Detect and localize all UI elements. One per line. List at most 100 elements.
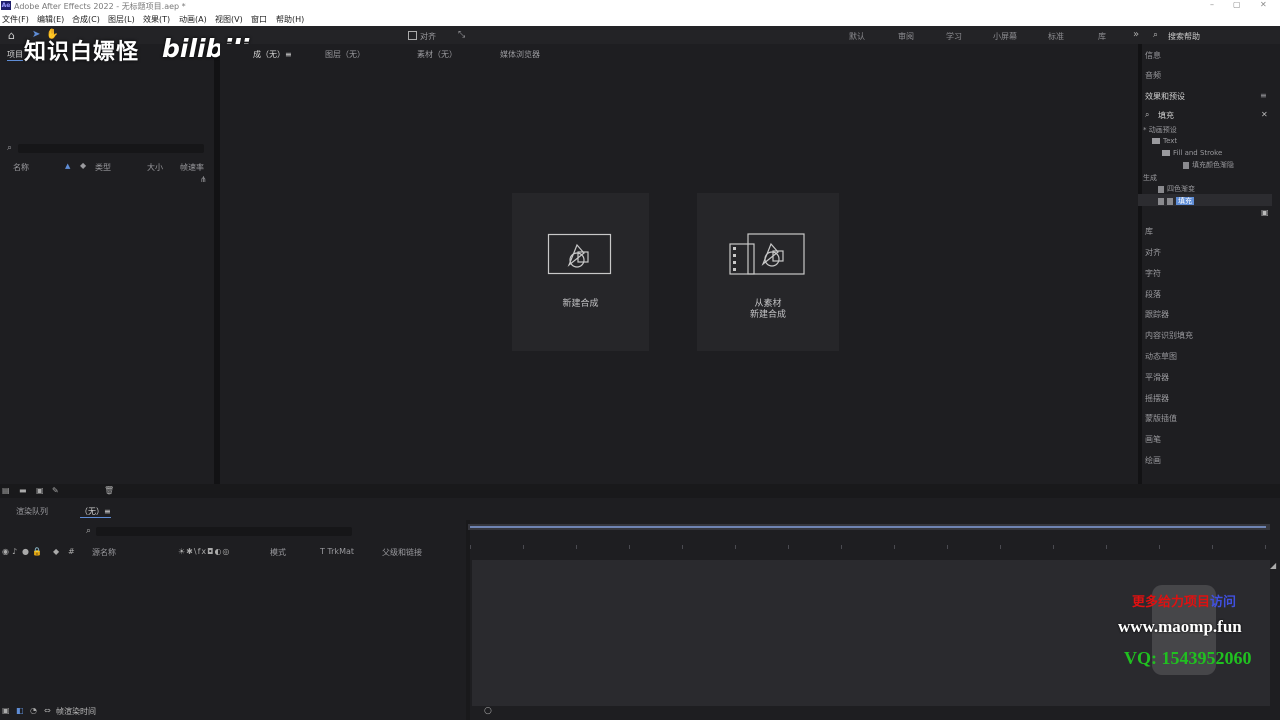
panel-effects-presets[interactable]: 效果和预设: [1145, 91, 1185, 102]
menu-edit[interactable]: 编辑(E): [37, 14, 64, 25]
tab-project[interactable]: 项目: [7, 49, 23, 61]
lock-icon[interactable]: 🔒: [32, 547, 42, 556]
tab-timeline-none[interactable]: （无）≡: [80, 506, 111, 518]
panel-library[interactable]: 库: [1145, 226, 1153, 237]
composition-icon: [547, 233, 612, 275]
new-comp-from-footage-card[interactable]: 从素材 新建合成: [697, 193, 839, 351]
tree-generate[interactable]: 生成: [1143, 173, 1157, 183]
column-frame-rate[interactable]: 帧速率: [180, 162, 204, 173]
column-mode[interactable]: 模式: [270, 547, 286, 558]
panel-paragraph[interactable]: 段落: [1145, 289, 1161, 300]
zoom-slider-handle[interactable]: ○: [484, 706, 492, 716]
menu-file[interactable]: 文件(F): [2, 14, 29, 25]
column-size[interactable]: 大小: [147, 162, 163, 173]
search-icon[interactable]: ⌕: [1153, 30, 1158, 40]
project-search-icon: ⌕: [7, 143, 13, 153]
menu-layer[interactable]: 图层(L): [108, 14, 135, 25]
workspace-default[interactable]: 默认: [849, 31, 865, 42]
menu-window[interactable]: 窗口: [251, 14, 267, 25]
workspace-review[interactable]: 审阅: [898, 31, 914, 42]
panel-info[interactable]: 信息: [1145, 50, 1161, 61]
panel-paint[interactable]: 绘画: [1145, 455, 1161, 466]
minimize-icon[interactable]: –: [1210, 0, 1214, 9]
column-trkmat[interactable]: T TrkMat: [320, 547, 354, 556]
panel-brushes[interactable]: 画笔: [1145, 434, 1161, 445]
workspace-standard[interactable]: 标准: [1048, 31, 1064, 42]
menu-view[interactable]: 视图(V): [215, 14, 243, 25]
tree-animation-presets[interactable]: * 动画预设: [1143, 125, 1177, 135]
column-type[interactable]: 类型: [95, 162, 111, 173]
tab-composition[interactable]: 成（无）≡: [253, 49, 292, 60]
preset-icon: [1183, 161, 1189, 169]
home-icon[interactable]: ⌂: [8, 29, 15, 42]
audio-icon[interactable]: ♪: [12, 547, 17, 556]
panel-audio[interactable]: 音频: [1145, 70, 1161, 81]
snap-checkbox[interactable]: [408, 31, 417, 40]
effects-search-input[interactable]: 填充: [1158, 110, 1174, 121]
tree-fill-effect[interactable]: 填充: [1158, 196, 1194, 206]
tree-fill-and-stroke-folder[interactable]: Fill and Stroke: [1162, 149, 1222, 157]
panel-smoother[interactable]: 平滑器: [1145, 372, 1169, 383]
ad-url: www.maomp.fun: [1118, 617, 1242, 636]
panel-character[interactable]: 字符: [1145, 268, 1161, 279]
new-folder-project-icon[interactable]: ▬: [19, 486, 27, 495]
ruler-tick: [576, 545, 577, 549]
tree-text-folder[interactable]: Text: [1152, 137, 1177, 145]
layer-number-icon: #: [68, 547, 75, 556]
menu-animation[interactable]: 动画(A): [179, 14, 207, 25]
delete-icon[interactable]: 🗑: [104, 486, 114, 495]
toggle-pane-icon[interactable]: ⇔: [44, 706, 51, 715]
frame-render-time: 帧渲染时间: [56, 707, 96, 716]
panel-mask-interpolation[interactable]: 蒙版插值: [1145, 413, 1177, 424]
timeline-search-input[interactable]: [96, 527, 352, 536]
visibility-icon[interactable]: ◉: [2, 547, 9, 556]
tree-preset-item[interactable]: 填充颜色渐隐: [1183, 160, 1234, 170]
flowchart-icon[interactable]: ⋔: [200, 175, 207, 184]
column-source-name[interactable]: 源名称: [92, 547, 116, 558]
timeline-zoom-icon[interactable]: ◢: [1270, 561, 1276, 570]
ruler-tick: [1159, 545, 1160, 549]
new-composition-label: 新建合成: [562, 299, 599, 309]
label-icon[interactable]: ◆: [53, 547, 59, 556]
layer-switches-icon[interactable]: ☀✱\fx◘◐◎: [178, 547, 230, 556]
panel-tracker[interactable]: 跟踪器: [1145, 309, 1169, 320]
tree-gradient-fill[interactable]: 四色渐变: [1158, 184, 1195, 194]
panel-content-aware-fill[interactable]: 内容识别填充: [1145, 330, 1193, 341]
snap-magnet-icon[interactable]: ⤡: [458, 30, 465, 40]
tab-media-browser[interactable]: 媒体浏览器: [500, 49, 540, 60]
adjust-icon[interactable]: ✎: [52, 486, 59, 495]
menu-help[interactable]: 帮助(H): [276, 14, 304, 25]
project-search-input[interactable]: [18, 144, 204, 153]
maximize-icon[interactable]: ▢: [1233, 0, 1241, 9]
toggle-switches-icon[interactable]: ▣: [2, 706, 10, 715]
new-composition-card[interactable]: 新建合成: [512, 193, 649, 351]
solo-icon[interactable]: ●: [22, 547, 29, 556]
more-workspaces-icon[interactable]: »: [1133, 29, 1139, 40]
tab-render-queue[interactable]: 渲染队列: [16, 506, 48, 517]
clear-search-icon[interactable]: ✕: [1261, 110, 1268, 119]
close-icon[interactable]: ✕: [1260, 0, 1267, 9]
panel-align[interactable]: 对齐: [1145, 247, 1161, 258]
workspace-learn[interactable]: 学习: [946, 31, 962, 42]
ruler-tick: [629, 545, 630, 549]
tab-layer[interactable]: 图层（无）: [325, 49, 365, 60]
workspace-small-screen[interactable]: 小屏幕: [993, 31, 1017, 42]
panel-wiggler[interactable]: 摇摆器: [1145, 393, 1169, 404]
work-area-bar[interactable]: [470, 526, 1266, 528]
tab-footage[interactable]: 素材（无）: [417, 49, 457, 60]
panel-motion-sketch[interactable]: 动态草图: [1145, 351, 1177, 362]
label-tag-icon: ◆: [80, 161, 87, 170]
panel-menu-icon[interactable]: ≡: [1260, 91, 1267, 100]
render-time-icon[interactable]: ◔: [30, 706, 37, 715]
from-footage-label-line1: 从素材: [754, 299, 782, 309]
menu-composition[interactable]: 合成(C): [72, 14, 100, 25]
menu-effect[interactable]: 效果(T): [143, 14, 170, 25]
toggle-modes-icon[interactable]: ◧: [16, 706, 24, 715]
search-help-input[interactable]: 搜索帮助: [1168, 31, 1200, 42]
new-folder-icon[interactable]: ▣: [1261, 208, 1269, 217]
workspace-library[interactable]: 库: [1098, 31, 1106, 42]
column-name[interactable]: 名称: [13, 162, 29, 173]
column-parent-link[interactable]: 父级和链接: [382, 547, 422, 558]
interpret-footage-icon[interactable]: ▤: [2, 486, 10, 495]
new-composition-icon[interactable]: ▣: [36, 486, 44, 495]
